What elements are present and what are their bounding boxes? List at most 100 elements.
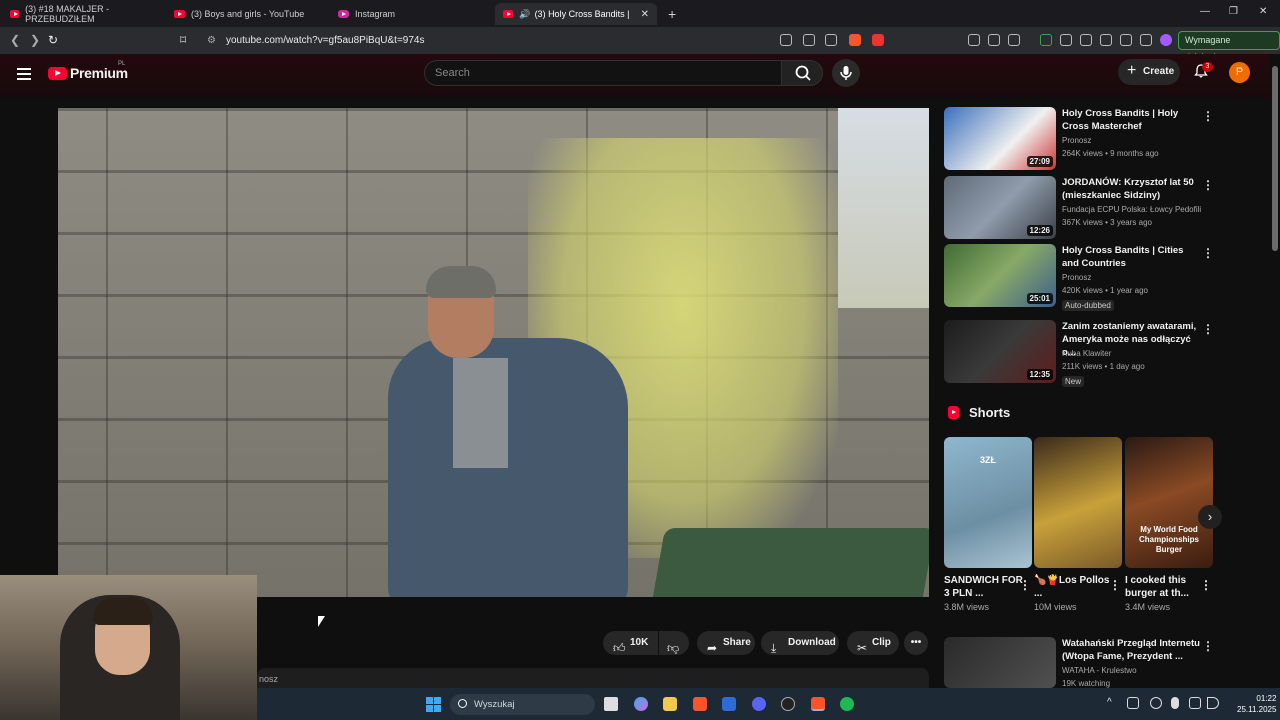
sidebar-icon[interactable] — [1080, 34, 1092, 46]
scrollbar-thumb[interactable] — [1272, 66, 1278, 251]
spotify-icon[interactable] — [840, 697, 854, 711]
more-vertical-icon[interactable]: ⋮ — [1019, 578, 1031, 592]
taskbar-search-input[interactable]: Wyszukaj — [450, 694, 595, 715]
scissors-icon: ✂ — [857, 641, 868, 655]
short-thumbnail[interactable]: 3ZŁ — [944, 437, 1032, 568]
recommendation-item[interactable]: 12:26 JORDANÓW: Krzysztof lat 50 (mieszk… — [944, 176, 1234, 242]
site-settings-icon[interactable]: ⚙ — [207, 35, 216, 46]
tab-makaljer[interactable]: (3) #18 MAKALJER - PRZEBUDZIŁEM — [2, 3, 162, 25]
shorts-heading: Shorts — [944, 405, 1010, 420]
reload-icon[interactable]: ↻ — [48, 33, 58, 47]
video-frame-person-hair — [426, 266, 496, 298]
search-button[interactable] — [781, 60, 823, 86]
create-button[interactable]: Create — [1118, 58, 1180, 85]
minimize-icon[interactable]: — — [1200, 6, 1210, 17]
brave-shield-icon[interactable] — [849, 34, 861, 46]
wallet-icon[interactable] — [1100, 34, 1112, 46]
close-tab-icon[interactable]: ✕ — [641, 9, 649, 20]
more-vertical-icon[interactable]: ⋮ — [1202, 109, 1214, 123]
clip-button[interactable]: ✂ Clip — [847, 631, 899, 655]
store-icon[interactable] — [722, 697, 736, 711]
avatar[interactable]: P — [1229, 62, 1250, 83]
video-player[interactable] — [58, 108, 929, 597]
more-vertical-icon[interactable]: ⋮ — [1202, 322, 1214, 336]
download-arrow-icon: ⤓ — [771, 641, 777, 655]
more-horizontal-icon: ••• — [910, 637, 922, 648]
cast-icon[interactable] — [780, 34, 792, 46]
video-frame-sky — [838, 108, 929, 308]
short-item[interactable]: 🍗🍟Los Pollos ... 10M views ⋮ — [1034, 437, 1122, 612]
share-page-icon[interactable] — [825, 34, 837, 46]
description-box[interactable]: nosz — [257, 668, 929, 688]
more-vertical-icon[interactable]: ⋮ — [1200, 578, 1212, 592]
system-clock[interactable]: 01:22 25.11.2025 — [1237, 693, 1276, 715]
mouse-cursor-icon — [318, 616, 325, 627]
task-view-icon[interactable] — [604, 697, 618, 711]
copilot-icon[interactable] — [634, 697, 648, 711]
recommendation-item[interactable]: 25:01 Holy Cross Bandits | Cities and Co… — [944, 244, 1234, 311]
menu-icon[interactable] — [17, 68, 31, 80]
brave-browser-icon[interactable] — [693, 697, 707, 711]
tab-holy-cross-bandits[interactable]: 🔊(3) Holy Cross Bandits | Soup✕ — [495, 3, 657, 25]
extension-icon[interactable] — [968, 34, 980, 46]
download-icon[interactable] — [1040, 34, 1052, 46]
network-icon[interactable] — [1189, 697, 1201, 709]
short-thumbnail[interactable]: My World Food Championships Burger — [1125, 437, 1213, 568]
dislike-button[interactable]: 👎︎ — [659, 631, 689, 655]
voice-search-button[interactable] — [832, 59, 860, 87]
media-icon[interactable] — [1060, 34, 1072, 46]
short-thumbnail[interactable] — [1034, 437, 1122, 568]
video-actions-row: 👍︎ 10K 👎︎ ➦ Share ⤓ Download ✂ Clip ••• — [257, 620, 929, 668]
windows-start-icon[interactable] — [426, 697, 441, 712]
screenshot-icon[interactable] — [1008, 34, 1020, 46]
like-button[interactable]: 👍︎ 10K — [603, 631, 658, 655]
youtube-premium-logo[interactable]: Premium PL — [48, 61, 128, 81]
obs-icon[interactable] — [781, 697, 795, 711]
download-button[interactable]: ⤓ Download — [761, 631, 839, 655]
video-frame-person-shirt — [453, 358, 508, 468]
video-thumbnail[interactable]: 12:35 — [944, 320, 1056, 383]
recommendation-item[interactable]: 12:35 Zanim zostaniemy awatarami, Ameryk… — [944, 320, 1234, 387]
file-explorer-icon[interactable] — [663, 697, 677, 711]
more-actions-button[interactable]: ••• — [904, 631, 928, 655]
short-item[interactable]: 3ZŁ SANDWICH FOR 3 PLN ... 3.8M views ⋮ — [944, 437, 1032, 612]
cloud-icon[interactable] — [1150, 697, 1162, 709]
tray-app-icon[interactable] — [1127, 697, 1139, 709]
brave-active-icon[interactable] — [811, 697, 825, 711]
browser-tab-bar: (3) #18 MAKALJER - PRZEBUDZIŁEM (3) Boys… — [0, 0, 1280, 27]
bookmark-icon[interactable]: ⌑ — [180, 33, 186, 47]
more-vertical-icon[interactable]: ⋮ — [1202, 246, 1214, 260]
tray-microphone-icon[interactable] — [1171, 697, 1179, 709]
volume-icon[interactable] — [1207, 697, 1219, 709]
video-thumbnail[interactable]: 27:09 — [944, 107, 1056, 170]
puzzle-icon[interactable] — [988, 34, 1000, 46]
more-vertical-icon[interactable]: ⋮ — [1202, 639, 1214, 653]
video-thumbnail[interactable]: 12:26 — [944, 176, 1056, 239]
forward-icon[interactable]: ❯ — [30, 33, 40, 47]
tab-boys-and-girls[interactable]: (3) Boys and girls - YouTube — [166, 3, 326, 25]
more-vertical-icon[interactable]: ⋮ — [1109, 578, 1121, 592]
translate-icon[interactable] — [803, 34, 815, 46]
required-action-button[interactable]: Wymagane działanie — [1178, 31, 1280, 62]
video-thumbnail[interactable]: 25:01 — [944, 244, 1056, 307]
more-vertical-icon[interactable]: ⋮ — [1202, 178, 1214, 192]
tray-chevron-up-icon[interactable]: ^ — [1107, 697, 1112, 708]
shorts-icon — [948, 406, 959, 419]
leo-icon[interactable] — [1120, 34, 1132, 46]
discord-icon[interactable] — [752, 697, 766, 711]
recommendation-item[interactable]: 27:09 Holy Cross Bandits | Holy Cross Ma… — [944, 107, 1234, 173]
restore-icon[interactable]: ❐ — [1229, 6, 1238, 17]
tab-instagram[interactable]: Instagram — [330, 3, 490, 25]
brave-rewards-icon[interactable] — [872, 34, 884, 46]
instagram-favicon-icon — [338, 10, 349, 18]
new-tab-button[interactable]: + — [660, 3, 684, 25]
search-input[interactable]: Search — [424, 60, 782, 86]
close-window-icon[interactable]: ✕ — [1259, 6, 1267, 17]
profile-icon[interactable] — [1160, 34, 1172, 46]
video-thumbnail[interactable] — [944, 637, 1056, 688]
vpn-icon[interactable] — [1140, 34, 1152, 46]
shorts-next-button[interactable]: › — [1198, 505, 1222, 529]
back-icon[interactable]: ❮ — [10, 33, 20, 47]
page-scrollbar[interactable] — [1270, 54, 1280, 688]
share-button[interactable]: ➦ Share — [697, 631, 755, 655]
